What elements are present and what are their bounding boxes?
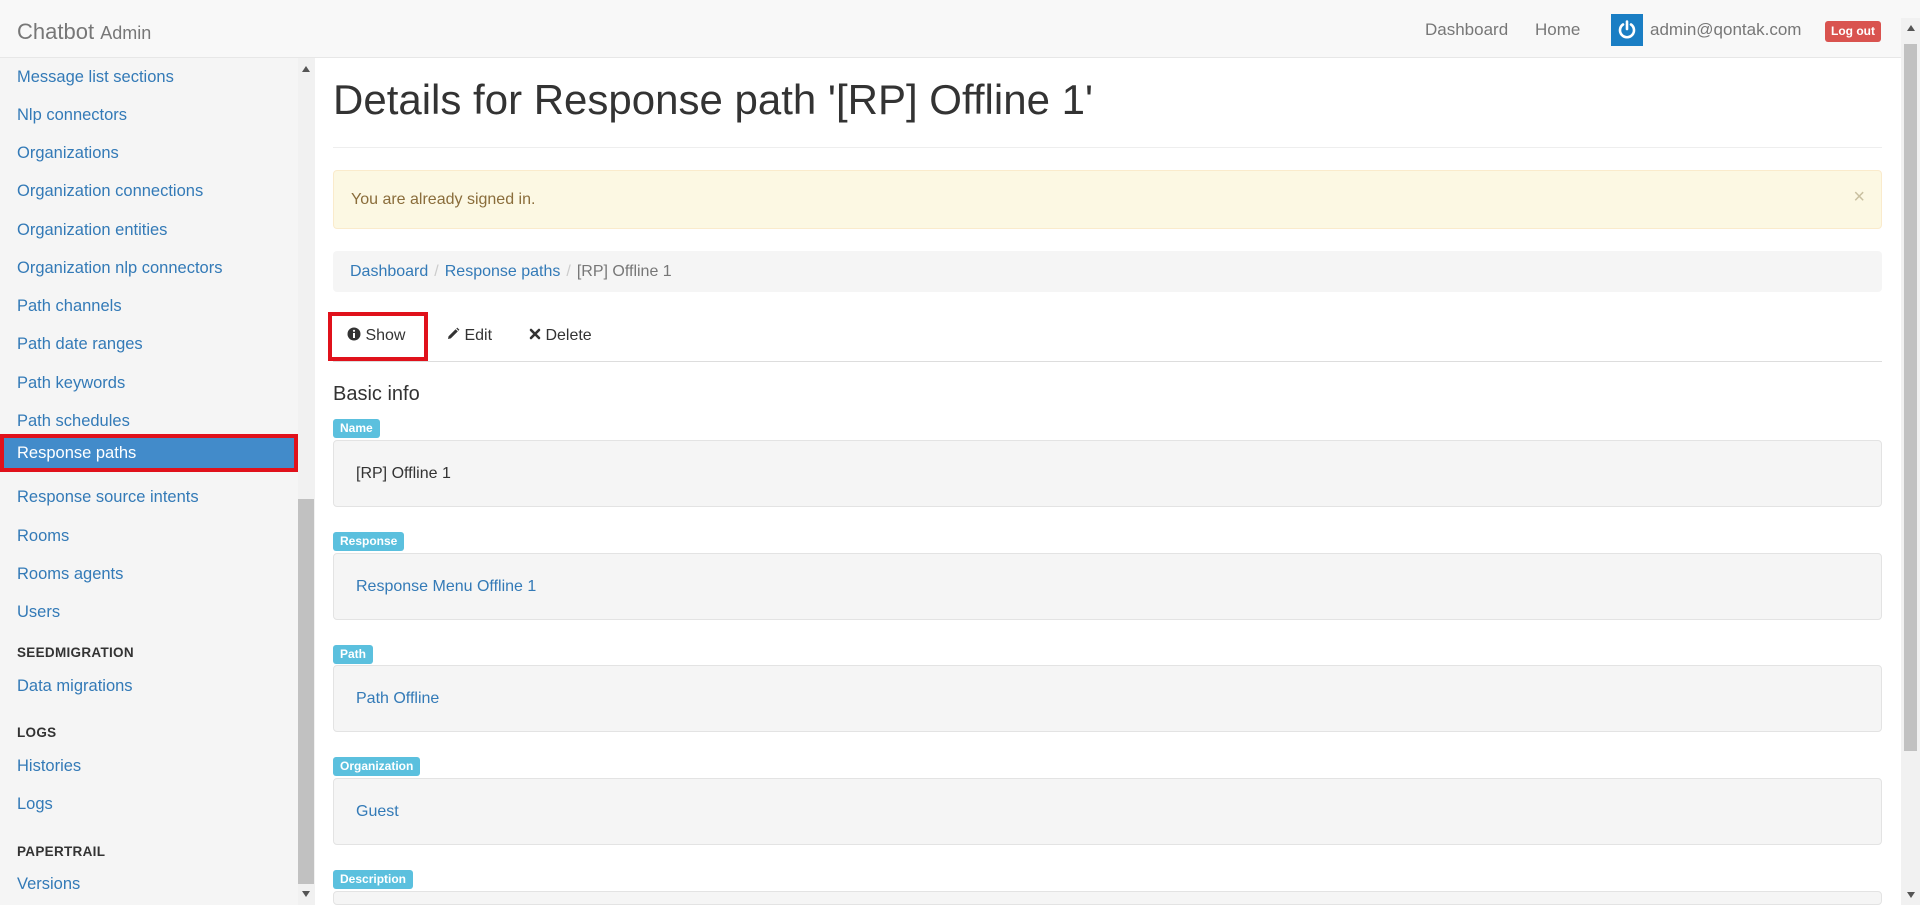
tab-show[interactable]: Show — [328, 312, 428, 361]
sidebar-header-papertrail: PAPERTRAIL — [17, 844, 106, 859]
sidebar-header-logs: LOGS — [17, 725, 57, 740]
breadcrumb-current: [RP] Offline 1 — [576, 263, 672, 280]
sidebar-item-path-channels[interactable]: Path channels — [0, 287, 298, 325]
sidebar-header-seedmigration: SEEDMIGRATION — [17, 645, 134, 660]
page-scrollbar[interactable] — [1901, 18, 1920, 905]
user-email[interactable]: admin@qontak.com — [1650, 20, 1801, 40]
scroll-down-arrow-icon[interactable] — [302, 891, 310, 897]
tab-delete[interactable]: Delete — [529, 312, 592, 361]
pencil-icon — [446, 327, 464, 344]
name-value: [RP] Offline 1 — [356, 465, 451, 482]
power-icon[interactable] — [1611, 14, 1643, 46]
sidebar-item-rooms-agents[interactable]: Rooms agents — [0, 555, 298, 593]
action-tabs: Show Edit Delete — [328, 312, 1882, 362]
breadcrumb: Dashboard / Response paths / [RP] Offline 1 — [333, 251, 1882, 292]
breadcrumb-dashboard[interactable]: Dashboard — [350, 263, 428, 280]
sidebar-item-path-date-ranges[interactable]: Path date ranges — [0, 325, 298, 363]
sidebar: Message list sections Nlp connectors Org… — [0, 58, 315, 905]
tab-delete-label: Delete — [545, 327, 592, 344]
brand[interactable]: Chatbot Admin — [17, 19, 151, 45]
nav-dashboard-link[interactable]: Dashboard — [1425, 20, 1508, 40]
field-value-organization: Guest — [333, 778, 1882, 845]
path-link[interactable]: Path Offline — [356, 690, 439, 707]
sidebar-item-organizations[interactable]: Organizations — [0, 134, 298, 172]
field-label-name: Name — [333, 419, 380, 438]
alert-message: You are already signed in. — [351, 191, 536, 208]
sidebar-item-organization-entities[interactable]: Organization entities — [0, 211, 298, 249]
field-label-description: Description — [333, 870, 414, 889]
sidebar-item-users[interactable]: Users — [0, 593, 298, 631]
sidebar-item-message-list-sections[interactable]: Message list sections — [0, 58, 298, 96]
top-navbar: Chatbot Admin Dashboard Home admin@qonta… — [0, 0, 1920, 58]
page-scroll-thumb[interactable] — [1904, 44, 1917, 751]
brand-name: Chatbot — [17, 19, 95, 44]
field-label-organization: Organization — [333, 757, 421, 776]
nav-home-link[interactable]: Home — [1535, 20, 1580, 40]
breadcrumb-response-paths[interactable]: Response paths — [445, 263, 561, 280]
times-icon — [529, 327, 545, 344]
scroll-down-arrow-icon[interactable] — [1907, 892, 1915, 898]
sidebar-item-histories[interactable]: Histories — [0, 747, 298, 785]
breadcrumb-separator: / — [434, 263, 439, 280]
logout-button[interactable]: Log out — [1825, 21, 1881, 42]
tab-show-label: Show — [365, 327, 406, 344]
info-circle-icon — [347, 327, 365, 344]
field-value-description — [333, 891, 1882, 905]
sidebar-item-nlp-connectors[interactable]: Nlp connectors — [0, 96, 298, 134]
sidebar-scrollbar[interactable] — [298, 58, 315, 905]
brand-sub: Admin — [100, 23, 152, 43]
organization-link[interactable]: Guest — [356, 803, 399, 820]
field-label-path: Path — [333, 645, 374, 664]
scroll-up-arrow-icon[interactable] — [302, 66, 310, 72]
field-label-response: Response — [333, 532, 405, 551]
sidebar-item-response-paths[interactable]: Response paths — [0, 434, 298, 472]
section-title-basic-info: Basic info — [333, 383, 420, 405]
close-icon[interactable]: × — [1853, 171, 1865, 223]
sidebar-item-response-source-intents[interactable]: Response source intents — [0, 478, 298, 516]
scroll-up-arrow-icon[interactable] — [1907, 25, 1915, 31]
title-divider — [333, 147, 1882, 148]
field-value-name: [RP] Offline 1 — [333, 440, 1882, 507]
signed-in-alert: You are already signed in. × — [333, 170, 1882, 229]
sidebar-item-versions[interactable]: Versions — [0, 865, 298, 903]
sidebar-item-path-keywords[interactable]: Path keywords — [0, 364, 298, 402]
page-title: Details for Response path '[RP] Offline … — [333, 76, 1093, 123]
sidebar-item-logs[interactable]: Logs — [0, 785, 298, 823]
sidebar-item-organization-nlp-connectors[interactable]: Organization nlp connectors — [0, 249, 298, 287]
tab-edit[interactable]: Edit — [446, 312, 492, 361]
tab-edit-label: Edit — [464, 327, 493, 344]
sidebar-scroll-thumb[interactable] — [298, 499, 314, 884]
field-value-path: Path Offline — [333, 665, 1882, 732]
sidebar-item-organization-connections[interactable]: Organization connections — [0, 172, 298, 210]
sidebar-item-data-migrations[interactable]: Data migrations — [0, 667, 298, 705]
breadcrumb-separator: / — [566, 263, 571, 280]
response-link[interactable]: Response Menu Offline 1 — [356, 578, 536, 595]
sidebar-item-rooms[interactable]: Rooms — [0, 517, 298, 555]
field-value-response: Response Menu Offline 1 — [333, 553, 1882, 620]
